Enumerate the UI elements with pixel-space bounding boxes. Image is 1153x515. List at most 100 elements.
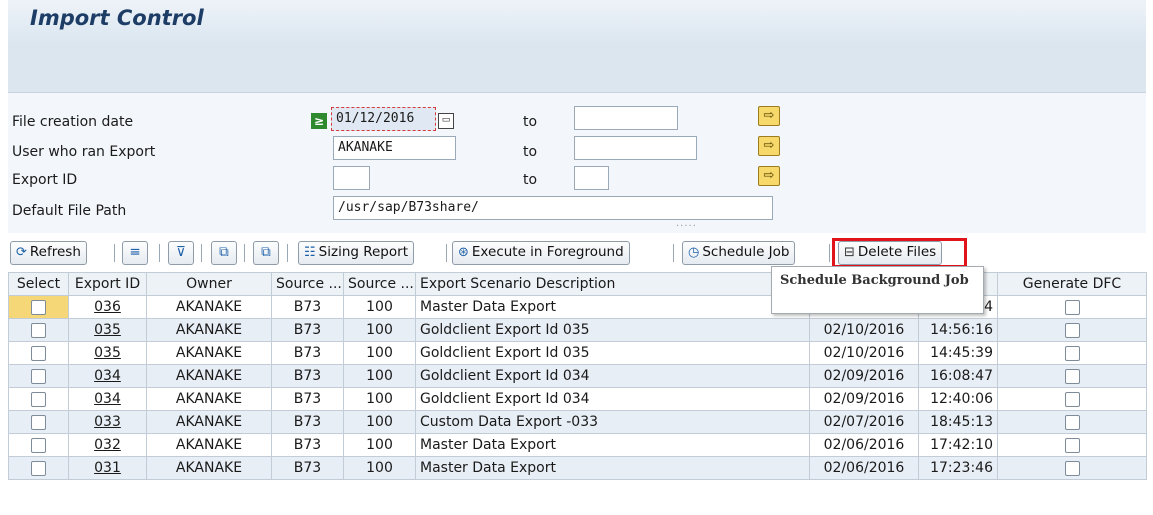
table-row[interactable]: 031 AKANAKE B73 100 Master Data Export 02/06/… — [8, 456, 1147, 480]
export-id-cell[interactable]: 035 — [68, 318, 147, 342]
default-file-path-field[interactable]: /usr/sap/B73share/ — [333, 196, 773, 220]
export-button[interactable]: ⧉ — [211, 241, 237, 265]
column-header-source-client[interactable]: Source ... — [343, 272, 416, 296]
file-creation-date-label: File creation date — [12, 114, 134, 130]
generate-dfc-checkbox[interactable] — [1064, 460, 1080, 476]
table-row[interactable]: 035 AKANAKE B73 100 Goldclient Export Id 035… — [8, 341, 1147, 365]
user-who-ran-export-to-field[interactable] — [574, 136, 697, 160]
generate-dfc-checkbox[interactable] — [1064, 345, 1080, 361]
export-id-link[interactable]: 033 — [94, 414, 121, 430]
column-header-description[interactable]: Export Scenario Description — [415, 272, 810, 296]
filter-button[interactable]: ⊽ — [168, 241, 194, 265]
refresh-label: Refresh — [29, 244, 81, 260]
layout-button[interactable]: ⧉ — [253, 241, 279, 265]
export-id-cell[interactable]: 034 — [68, 387, 147, 411]
export-id-link[interactable]: 035 — [94, 322, 121, 338]
date-cell: 02/10/2016 — [809, 341, 919, 365]
export-id-cell[interactable]: 035 — [68, 341, 147, 365]
export-id-to-label: to — [523, 172, 538, 188]
select-checkbox[interactable] — [31, 460, 46, 476]
generate-dfc-cell[interactable] — [997, 456, 1147, 480]
generate-dfc-checkbox[interactable] — [1064, 299, 1080, 315]
export-id-link[interactable]: 031 — [94, 460, 121, 476]
export-id-cell[interactable]: 036 — [68, 295, 147, 319]
user-who-ran-export-to-label: to — [523, 144, 538, 160]
export-id-cell[interactable]: 034 — [68, 364, 147, 388]
select-checkbox[interactable] — [31, 391, 46, 407]
splitter-handle[interactable]: ····· — [676, 221, 697, 232]
select-cell[interactable] — [8, 295, 69, 319]
export-id-cell[interactable]: 032 — [68, 433, 147, 457]
select-cell[interactable] — [8, 364, 69, 388]
generate-dfc-cell[interactable] — [997, 364, 1147, 388]
column-header-source-system[interactable]: Source ... — [271, 272, 344, 296]
multiple-selection-icon[interactable]: ⇨ — [758, 136, 780, 156]
export-id-link[interactable]: 032 — [94, 437, 121, 453]
select-checkbox[interactable] — [31, 322, 46, 338]
export-id-to-field[interactable] — [574, 166, 609, 190]
table-row[interactable]: 034 AKANAKE B73 100 Goldclient Export Id 034… — [8, 364, 1147, 388]
calendar-icon[interactable]: ▭ — [438, 113, 454, 129]
file-creation-date-to-field[interactable] — [574, 106, 678, 130]
file-creation-date-from-field[interactable]: 01/12/2016 — [331, 107, 436, 131]
export-id-link[interactable]: 034 — [94, 368, 121, 384]
date-cell: 02/07/2016 — [809, 410, 919, 434]
select-cell[interactable] — [8, 456, 69, 480]
time-cell: 18:45:13 — [918, 410, 998, 434]
generate-dfc-checkbox[interactable] — [1064, 391, 1080, 407]
source-system-cell: B73 — [271, 433, 344, 457]
export-id-link[interactable]: 036 — [94, 299, 121, 315]
separator — [114, 244, 115, 262]
table-row[interactable]: 034 AKANAKE B73 100 Goldclient Export Id 034… — [8, 387, 1147, 411]
source-system-cell: B73 — [271, 387, 344, 411]
selection-option-icon[interactable]: ≥ — [311, 113, 327, 129]
export-id-cell[interactable]: 033 — [68, 410, 147, 434]
generate-dfc-cell[interactable] — [997, 433, 1147, 457]
select-checkbox[interactable] — [31, 414, 46, 430]
multiple-selection-icon[interactable]: ⇨ — [758, 106, 780, 126]
sizing-report-button[interactable]: ☷ Sizing Report — [298, 241, 414, 265]
select-checkbox[interactable] — [31, 299, 46, 315]
generate-dfc-checkbox[interactable] — [1064, 437, 1080, 453]
select-checkbox[interactable] — [31, 437, 46, 453]
table-row[interactable]: 035 AKANAKE B73 100 Goldclient Export Id 035… — [8, 318, 1147, 342]
generate-dfc-cell[interactable] — [997, 341, 1147, 365]
schedule-job-button[interactable]: ◷ Schedule Job — [682, 241, 796, 265]
select-checkbox[interactable] — [31, 368, 46, 384]
table-row[interactable]: 033 AKANAKE B73 100 Custom Data Export -033 0… — [8, 410, 1147, 434]
generate-dfc-cell[interactable] — [997, 295, 1147, 319]
select-cell[interactable] — [8, 387, 69, 411]
column-header-export-id[interactable]: Export ID — [68, 272, 147, 296]
column-header-select[interactable]: Select — [8, 272, 69, 296]
generate-dfc-checkbox[interactable] — [1064, 414, 1080, 430]
column-header-generate-dfc[interactable]: Generate DFC — [997, 272, 1147, 296]
generate-dfc-checkbox[interactable] — [1064, 368, 1080, 384]
column-header-owner[interactable]: Owner — [146, 272, 272, 296]
table-row[interactable]: 032 AKANAKE B73 100 Master Data Export 02/06/… — [8, 433, 1147, 457]
sort-ascending-button[interactable]: ≡ — [122, 241, 148, 265]
refresh-button[interactable]: ⟳ Refresh — [10, 241, 87, 265]
select-cell[interactable] — [8, 410, 69, 434]
export-id-link[interactable]: 035 — [94, 345, 121, 361]
export-id-link[interactable]: 034 — [94, 391, 121, 407]
source-client-cell: 100 — [343, 295, 416, 319]
description-cell: Goldclient Export Id 035 — [415, 341, 810, 365]
generate-dfc-cell[interactable] — [997, 318, 1147, 342]
select-cell[interactable] — [8, 433, 69, 457]
generate-dfc-cell[interactable] — [997, 387, 1147, 411]
time-cell: 16:08:47 — [918, 364, 998, 388]
multiple-selection-icon[interactable]: ⇨ — [758, 166, 780, 186]
description-cell: Goldclient Export Id 035 — [415, 318, 810, 342]
user-who-ran-export-from-field[interactable]: AKANAKE — [333, 136, 456, 160]
export-id-cell[interactable]: 031 — [68, 456, 147, 480]
generate-dfc-cell[interactable] — [997, 410, 1147, 434]
schedule-job-tooltip: Schedule Background Job — [771, 266, 984, 314]
select-checkbox[interactable] — [31, 345, 46, 361]
execute-in-foreground-button[interactable]: ⊛ Execute in Foreground — [452, 241, 630, 265]
grid-toolbar: ⟳ Refresh ≡ ⊽ ⧉ ⧉ ☷ Sizing Report ⊛ Execute… — [8, 238, 1146, 268]
export-id-from-field[interactable] — [333, 166, 370, 190]
select-cell[interactable] — [8, 341, 69, 365]
select-cell[interactable] — [8, 318, 69, 342]
generate-dfc-checkbox[interactable] — [1064, 322, 1080, 338]
time-cell: 14:45:39 — [918, 341, 998, 365]
